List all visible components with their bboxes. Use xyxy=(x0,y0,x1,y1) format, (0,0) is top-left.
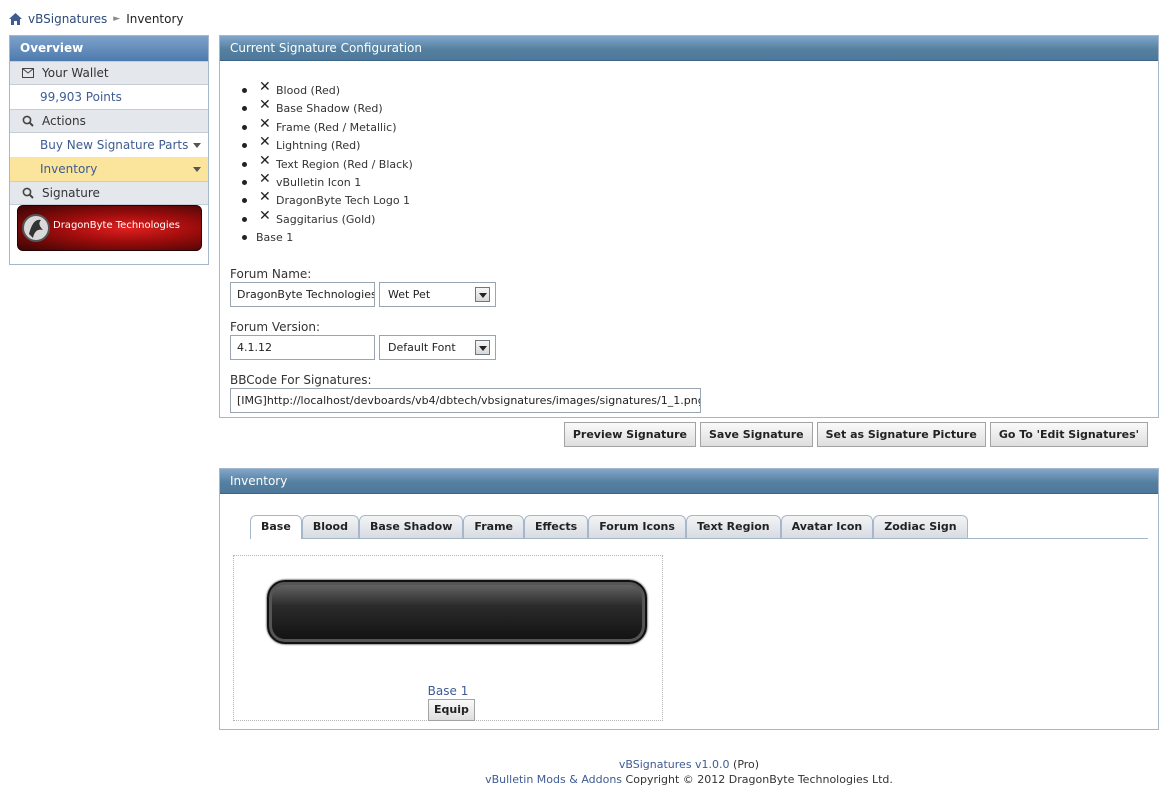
inventory-item: Base 1 Equip xyxy=(233,555,663,721)
footer-product-line: vBSignatures v1.0.0 (Pro) xyxy=(219,757,1159,772)
signature-action-buttons: Preview Signature Save Signature Set as … xyxy=(563,422,1148,447)
remove-part-icon[interactable]: ✕ xyxy=(259,116,271,132)
tab-base-shadow[interactable]: Base Shadow xyxy=(358,515,464,538)
bullet-icon xyxy=(242,143,247,149)
sidebar-item-buy-parts[interactable]: Buy New Signature Parts xyxy=(10,133,208,157)
home-icon[interactable] xyxy=(9,13,22,25)
breadcrumb-current: Inventory xyxy=(126,12,184,26)
forum-version-input[interactable]: 4.1.12 xyxy=(230,335,375,360)
tab-text-region[interactable]: Text Region xyxy=(685,515,781,538)
forum-name-label: Forum Name: xyxy=(230,267,312,281)
envelope-icon xyxy=(22,68,34,78)
breadcrumb-root-link[interactable]: vBSignatures xyxy=(28,12,107,26)
preview-signature-button[interactable]: Preview Signature xyxy=(563,422,696,447)
bullet-icon xyxy=(242,198,247,204)
sidebar-item-label: Buy New Signature Parts xyxy=(40,138,189,152)
forum-name-input[interactable]: DragonByte Technologies xyxy=(230,282,375,307)
tab-forum-icons[interactable]: Forum Icons xyxy=(588,515,686,538)
tab-avatar-icon[interactable]: Avatar Icon xyxy=(780,515,874,538)
signature-config-panel: Current Signature Configuration ✕ Blood (… xyxy=(219,35,1159,418)
bbcode-label: BBCode For Signatures: xyxy=(230,373,372,387)
bbcode-input[interactable]: [IMG]http://localhost/devboards/vb4/dbte… xyxy=(230,388,701,413)
bullet-icon xyxy=(242,88,247,93)
signature-config-title: Current Signature Configuration xyxy=(220,36,1158,61)
breadcrumb: vBSignatures ► Inventory xyxy=(9,10,184,28)
bullet-icon xyxy=(242,179,247,185)
search-icon xyxy=(22,115,34,127)
mods-addons-link[interactable]: vBulletin Mods & Addons xyxy=(485,773,622,786)
tab-effects[interactable]: Effects xyxy=(524,515,589,538)
remove-part-icon[interactable]: ✕ xyxy=(259,97,271,113)
signature-preview-image: DragonByte Technologies xyxy=(17,205,202,251)
search-icon xyxy=(22,187,34,199)
remove-part-icon[interactable]: ✕ xyxy=(259,153,271,169)
chevron-down-icon[interactable] xyxy=(193,166,201,172)
sidebar-item-label: Inventory xyxy=(40,162,98,176)
bullet-icon xyxy=(242,235,247,241)
save-signature-button[interactable]: Save Signature xyxy=(699,422,813,447)
base-part-preview-image xyxy=(267,580,647,644)
inventory-title: Inventory xyxy=(220,469,1158,494)
chevron-down-icon[interactable] xyxy=(193,142,201,148)
signature-banner-text: DragonByte Technologies xyxy=(53,220,181,231)
remove-part-icon[interactable]: ✕ xyxy=(259,171,271,187)
dragon-logo-icon xyxy=(22,214,50,242)
footer-copyright-line: vBulletin Mods & Addons Copyright © 2012… xyxy=(219,772,1159,787)
inventory-panel: Inventory Base Blood Base Shadow Frame E… xyxy=(219,468,1159,730)
sidebar-section-signature: Signature xyxy=(10,181,208,205)
footer: vBSignatures v1.0.0 (Pro) vBulletin Mods… xyxy=(219,757,1159,787)
tab-base[interactable]: Base xyxy=(250,515,302,539)
bullet-icon xyxy=(242,106,247,112)
sidebar-section-label: Your Wallet xyxy=(42,66,109,80)
sidebar-item-points[interactable]: 99,903 Points xyxy=(10,85,208,109)
inventory-tabs: Base Blood Base Shadow Frame Effects For… xyxy=(250,515,1148,539)
select-value: Wet Pet xyxy=(388,288,431,301)
set-signature-picture-button[interactable]: Set as Signature Picture xyxy=(816,422,986,447)
sidebar-section-label: Actions xyxy=(42,114,86,128)
forum-version-label: Forum Version: xyxy=(230,320,321,334)
sidebar-title: Overview xyxy=(10,36,208,61)
remove-part-icon[interactable]: ✕ xyxy=(259,208,271,224)
sidebar-item-label: 99,903 Points xyxy=(40,90,122,104)
forum-version-font-select[interactable]: Default Font xyxy=(379,335,496,360)
forum-name-font-select[interactable]: Wet Pet xyxy=(379,282,496,307)
bullet-icon xyxy=(242,124,247,130)
breadcrumb-separator-icon: ► xyxy=(113,14,121,24)
sidebar-section-wallet: Your Wallet xyxy=(10,61,208,85)
tab-blood[interactable]: Blood xyxy=(301,515,359,538)
tab-frame[interactable]: Frame xyxy=(463,515,524,538)
sidebar-item-inventory[interactable]: Inventory xyxy=(10,157,208,181)
goto-edit-signatures-button[interactable]: Go To 'Edit Signatures' xyxy=(989,422,1148,447)
sidebar-section-actions: Actions xyxy=(10,109,208,133)
chevron-down-icon[interactable] xyxy=(475,287,490,302)
remove-part-icon[interactable]: ✕ xyxy=(259,134,271,150)
inventory-item-name-link[interactable]: Base 1 xyxy=(234,684,662,698)
bullet-icon xyxy=(242,161,247,167)
remove-part-icon[interactable]: ✕ xyxy=(259,189,271,205)
sidebar-section-label: Signature xyxy=(42,186,100,200)
product-edition: (Pro) xyxy=(733,758,760,771)
remove-part-icon[interactable]: ✕ xyxy=(259,79,271,95)
select-value: Default Font xyxy=(388,341,456,354)
copyright-text: Copyright © 2012 DragonByte Technologies… xyxy=(625,773,893,786)
tab-zodiac-sign[interactable]: Zodiac Sign xyxy=(873,515,968,538)
product-link[interactable]: vBSignatures v1.0.0 xyxy=(619,758,730,771)
equip-button[interactable]: Equip xyxy=(428,699,475,721)
bullet-icon xyxy=(242,216,247,222)
sidebar: Overview Your Wallet 99,903 Points Actio… xyxy=(9,35,209,265)
chevron-down-icon[interactable] xyxy=(475,340,490,355)
